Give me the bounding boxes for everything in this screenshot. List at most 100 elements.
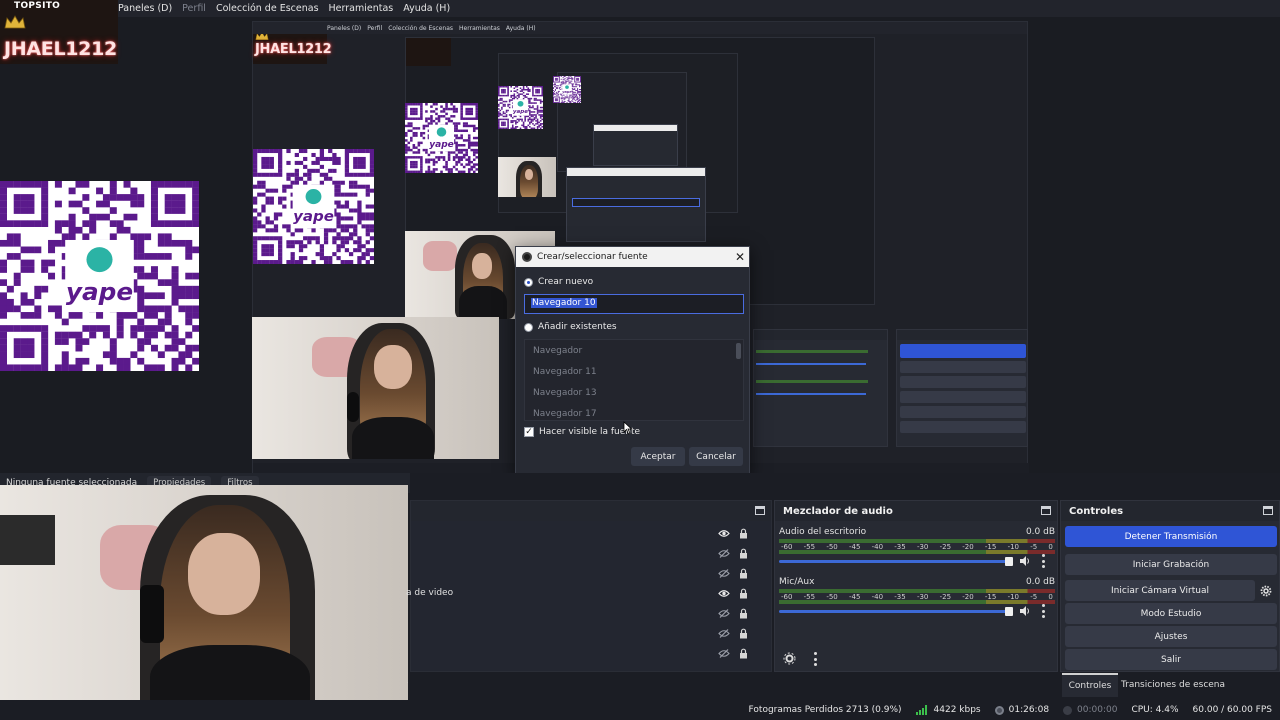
speaker-icon[interactable]	[1019, 555, 1031, 567]
yape-qr-code-small: yape	[405, 103, 478, 173]
mixer-title: Mezclador de audio	[783, 505, 893, 517]
lock-icon[interactable]	[739, 588, 748, 599]
mixer-channel-desktop: Audio del escritorio 0.0 dB -60 -55 -50 -45…	[779, 527, 1055, 572]
source-row[interactable]: a de video	[406, 584, 770, 604]
speaker-icon[interactable]	[1019, 605, 1031, 617]
volume-slider-handle[interactable]	[1005, 557, 1013, 566]
source-name-input[interactable]: Navegador 10	[524, 294, 744, 314]
add-existing-option[interactable]: Añadir existentes	[524, 322, 617, 332]
undock-icon[interactable]	[1263, 506, 1273, 515]
cpu-usage: CPU: 4.4%	[1131, 705, 1179, 715]
status-bar: Fotogramas Perdidos 2713 (0.9%) 4422 kbp…	[0, 700, 1280, 720]
list-item[interactable]: Navegador	[525, 340, 743, 361]
menu-perfil[interactable]: Perfil	[182, 3, 206, 14]
eye-icon[interactable]	[718, 529, 730, 538]
create-select-source-dialog[interactable]: Crear/seleccionar fuente ✕ Crear nuevo N…	[515, 246, 750, 476]
level-meter	[779, 550, 1055, 554]
menu-coleccion-escenas[interactable]: Colección de Escenas	[216, 3, 319, 14]
accept-button[interactable]: Aceptar	[631, 447, 685, 466]
tab-controls[interactable]: Controles	[1062, 673, 1118, 697]
create-new-label: Crear nuevo	[538, 277, 594, 287]
eye-closed-icon[interactable]	[718, 609, 730, 618]
controls-panel: Controles Detener Transmisión Iniciar Gr…	[1060, 500, 1280, 672]
start-recording-button[interactable]: Iniciar Grabación	[1065, 554, 1277, 575]
qr-pattern: yape	[498, 86, 543, 129]
undock-icon[interactable]	[755, 506, 765, 515]
list-item[interactable]: Navegador 13	[525, 382, 743, 403]
nested-menu-item: Ayuda (H)	[505, 24, 536, 32]
more-options-icon[interactable]	[1041, 604, 1045, 618]
volume-slider[interactable]	[779, 610, 1011, 613]
chevron-down-icon[interactable]	[406, 680, 408, 690]
stop-streaming-button[interactable]: Detener Transmisión	[1065, 526, 1277, 547]
recording-timer: 00:00:00	[1063, 705, 1117, 715]
source-row[interactable]	[410, 644, 770, 664]
nested-menu-bar: Paneles (D) Perfil Colección de Escenas …	[253, 22, 1027, 34]
program-preview[interactable]: TOPSITO JHAEL1212 yape TOPSITO JHAEL1212…	[0, 0, 1280, 476]
nested-menu-item: Perfil	[367, 24, 383, 32]
webcam-feed-medium	[252, 317, 499, 459]
create-new-option[interactable]: Crear nuevo	[524, 277, 593, 287]
cancel-button[interactable]: Cancelar	[689, 447, 743, 466]
source-row[interactable]	[410, 624, 770, 644]
menu-bar: Paneles (D) Perfil Colección de Escenas …	[0, 0, 1280, 17]
eye-closed-icon[interactable]	[718, 629, 730, 638]
list-scrollbar[interactable]	[736, 343, 741, 359]
start-virtual-camera-button[interactable]: Iniciar Cámara Virtual	[1065, 580, 1255, 601]
settings-button[interactable]: Ajustes	[1065, 626, 1277, 647]
radio-add-existing[interactable]	[524, 322, 533, 332]
stream-time: 01:26:08	[1008, 705, 1050, 715]
make-visible-checkbox[interactable]: ✓	[524, 427, 534, 437]
qr-pattern: yape	[553, 76, 581, 103]
sources-panel-header	[411, 501, 771, 521]
eye-closed-icon[interactable]	[718, 549, 730, 558]
exit-button[interactable]: Salir	[1065, 649, 1277, 670]
undock-icon[interactable]	[1041, 506, 1051, 515]
svg-text:yape: yape	[66, 279, 133, 306]
radio-create-new[interactable]	[524, 277, 533, 287]
source-rows: a de video	[406, 524, 772, 674]
gear-icon[interactable]	[1260, 585, 1272, 597]
source-row[interactable]	[410, 564, 770, 584]
volume-slider-handle[interactable]	[1005, 607, 1013, 616]
brand-top-text: TOPSITO	[14, 1, 61, 11]
eye-closed-icon[interactable]	[718, 569, 730, 578]
advanced-audio-settings-icon[interactable]	[783, 652, 796, 665]
close-icon[interactable]: ✕	[731, 250, 749, 264]
source-row[interactable]	[410, 524, 770, 544]
mixer-menu-icon[interactable]	[813, 652, 817, 666]
menu-paneles[interactable]: Paneles (D)	[118, 3, 172, 14]
bitrate-value: 4422 kbps	[933, 705, 981, 715]
list-item[interactable]: Navegador 11	[525, 361, 743, 382]
source-name: a de video	[406, 588, 454, 598]
studio-mode-button[interactable]: Modo Estudio	[1065, 603, 1277, 624]
recording-time: 00:00:00	[1077, 705, 1118, 715]
stream-timer: 01:26:08	[994, 705, 1050, 715]
lock-icon[interactable]	[739, 628, 748, 639]
nested-brand-name: JHAEL1212	[255, 42, 332, 57]
lock-icon[interactable]	[739, 548, 748, 559]
more-options-icon[interactable]	[1041, 554, 1045, 568]
dialog-titlebar[interactable]: Crear/seleccionar fuente ✕	[516, 247, 749, 267]
lock-icon[interactable]	[739, 528, 748, 539]
tab-scene-transitions[interactable]: Transiciones de escena	[1120, 673, 1226, 697]
menu-herramientas[interactable]: Herramientas	[329, 3, 394, 14]
eye-icon[interactable]	[718, 589, 730, 598]
lock-icon[interactable]	[739, 568, 748, 579]
existing-sources-list[interactable]: Navegador Navegador 11 Navegador 13 Nave…	[524, 339, 744, 421]
controls-header: Controles	[1061, 501, 1279, 521]
volume-slider[interactable]	[779, 560, 1011, 563]
svg-text:yape: yape	[513, 109, 528, 115]
yape-qr-code-small: yape	[253, 149, 374, 264]
lock-icon[interactable]	[739, 648, 748, 659]
source-row[interactable]	[410, 544, 770, 564]
lock-icon[interactable]	[739, 608, 748, 619]
stream-status-icon	[994, 705, 1004, 715]
menu-ayuda[interactable]: Ayuda (H)	[403, 3, 450, 14]
audio-mixer-panel: Mezclador de audio Audio del escritorio …	[774, 500, 1058, 672]
eye-closed-icon[interactable]	[718, 649, 730, 658]
yape-qr-code: yape	[0, 181, 199, 371]
nested-brand-small	[406, 38, 451, 66]
list-item[interactable]: Navegador 17	[525, 403, 743, 420]
source-row[interactable]	[410, 604, 770, 624]
